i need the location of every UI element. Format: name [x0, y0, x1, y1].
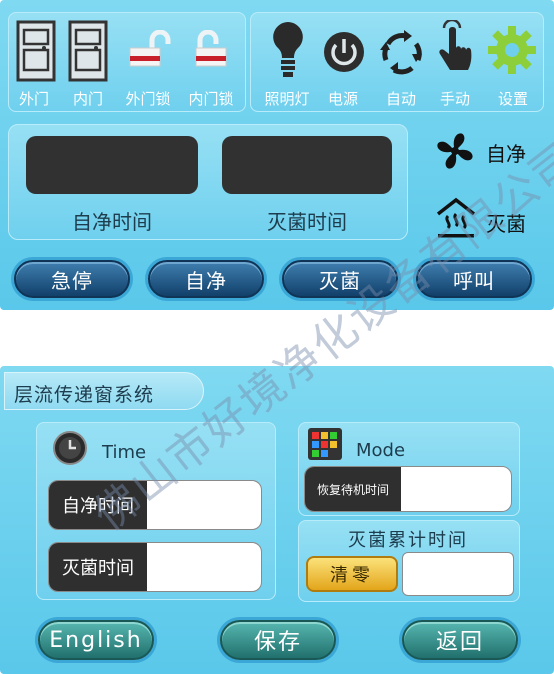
gear-icon[interactable]	[486, 24, 538, 76]
clear-button[interactable]: 清零	[306, 556, 398, 592]
cumulative-value-field[interactable]	[402, 552, 514, 596]
light-bulb-icon[interactable]	[270, 20, 306, 82]
emergency-stop-button[interactable]: 急停	[14, 260, 130, 298]
save-button[interactable]: 保存	[220, 620, 336, 660]
door-icon[interactable]	[68, 20, 108, 82]
self-clean-button[interactable]: 自净	[148, 260, 264, 298]
settings-title: 层流传递窗系统	[14, 384, 155, 406]
sterilize-time-field[interactable]: 灭菌时间	[48, 542, 262, 592]
manual-label: 手动	[439, 90, 470, 108]
sterilize-time-label: 灭菌时间	[267, 210, 347, 234]
restore-standby-time-field[interactable]: 恢复待机时间	[304, 466, 512, 512]
outer-lock-label: 外门锁	[125, 90, 171, 108]
sterilize-time-display	[222, 136, 392, 194]
outer-door-label: 外门	[18, 90, 49, 108]
unlock-icon[interactable]	[128, 30, 172, 70]
inner-lock-label: 内门锁	[188, 90, 234, 108]
power-label: 电源	[327, 90, 358, 108]
self-clean-time-label: 自净时间	[72, 210, 152, 234]
restore-standby-time-label: 恢复待机时间	[305, 467, 401, 511]
fan-icon	[437, 133, 473, 169]
refresh-cycle-icon[interactable]	[378, 28, 426, 76]
auto-label: 自动	[385, 90, 416, 108]
lighting-label: 照明灯	[264, 90, 310, 108]
unlock-icon[interactable]	[190, 30, 234, 70]
sterilize-time-field-label: 灭菌时间	[49, 543, 147, 591]
inner-door-label: 内门	[72, 90, 103, 108]
hand-touch-icon[interactable]	[436, 20, 474, 80]
power-icon[interactable]	[322, 30, 366, 74]
restore-standby-time-input[interactable]	[401, 467, 511, 511]
door-icon[interactable]	[16, 20, 56, 82]
color-grid-icon	[308, 428, 342, 460]
mode-header: Mode	[356, 440, 406, 461]
settings-label: 设置	[497, 90, 528, 108]
self-clean-time-display	[26, 136, 198, 194]
back-button[interactable]: 返回	[402, 620, 518, 660]
cumulative-header: 灭菌累计时间	[348, 530, 468, 551]
sterilize-time-input[interactable]	[147, 543, 261, 591]
english-button[interactable]: English	[38, 620, 154, 660]
clock-icon	[53, 431, 87, 465]
